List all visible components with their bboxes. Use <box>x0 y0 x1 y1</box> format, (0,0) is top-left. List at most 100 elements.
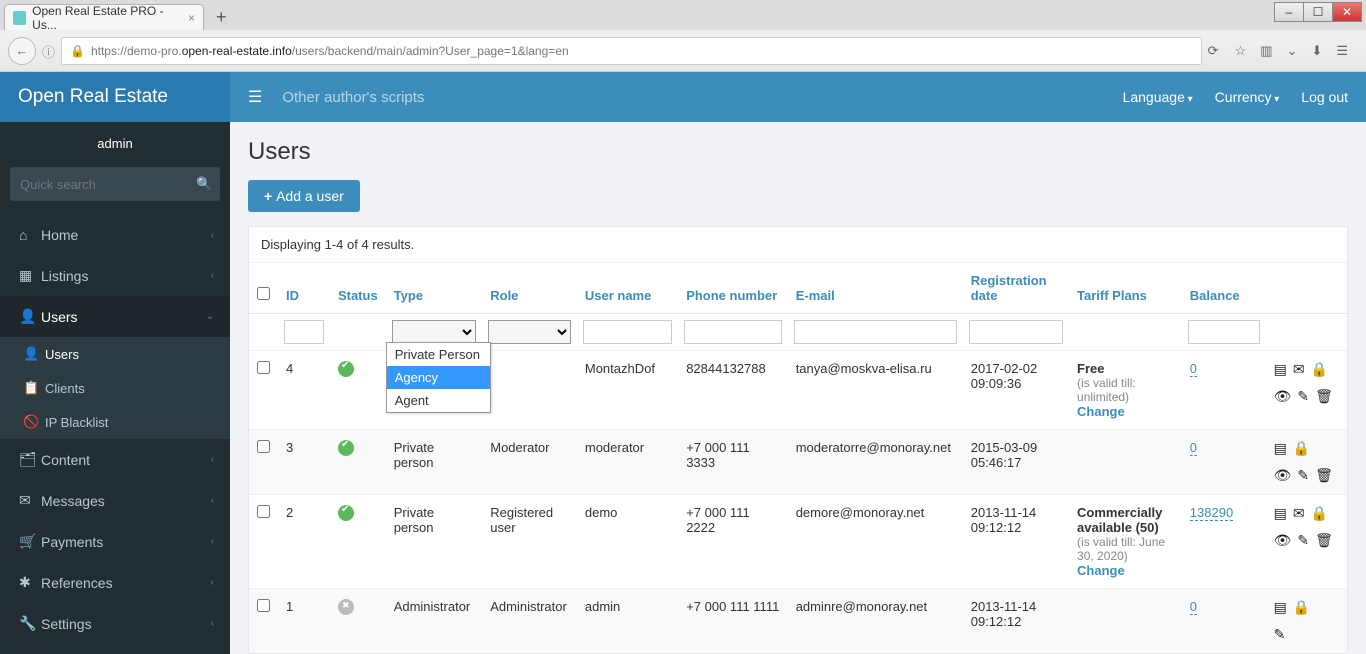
row-action-mail-icon[interactable]: ✉ <box>1293 361 1305 378</box>
row-checkbox[interactable] <box>257 599 270 612</box>
row-action-lock-icon[interactable]: 🔒 <box>1293 599 1310 616</box>
column-header-id[interactable]: ID <box>278 263 330 314</box>
sidebar-toggle-icon[interactable]: ☰ <box>248 87 262 107</box>
row-action-edit-icon[interactable]: ✎ <box>1297 532 1309 549</box>
row-checkbox[interactable] <box>257 361 270 374</box>
window-minimize-button[interactable]: – <box>1274 2 1304 22</box>
balance-link[interactable]: 138290 <box>1190 505 1233 521</box>
sidebar-item-messages[interactable]: ✉Messages‹ <box>0 480 230 521</box>
row-action-del-icon[interactable]: 🗑 <box>1315 388 1333 405</box>
column-header-balance[interactable]: Balance <box>1182 263 1266 314</box>
tariff-change-link[interactable]: Change <box>1077 563 1174 578</box>
balance-link[interactable]: 0 <box>1190 599 1197 615</box>
column-header-registration-date[interactable]: Registration date <box>963 263 1069 314</box>
row-actions: ▤ ✉ 🔒 👁 ✎ 🗑 <box>1266 351 1347 430</box>
brand-logo[interactable]: Open Real Estate <box>0 72 230 122</box>
row-action-eye-icon[interactable]: 👁 <box>1274 388 1292 405</box>
row-action-edit-icon[interactable]: ✎ <box>1297 388 1309 405</box>
row-action-lock-icon[interactable]: 🔒 <box>1311 505 1328 522</box>
column-header-status[interactable]: Status <box>330 263 386 314</box>
column-header-e-mail[interactable]: E-mail <box>788 263 963 314</box>
row-checkbox[interactable] <box>257 505 270 518</box>
sidebar-item-references[interactable]: ✱References‹ <box>0 562 230 603</box>
info-icon[interactable]: ⓘ <box>42 42 55 61</box>
type-option-agent[interactable]: Agent <box>387 389 490 412</box>
chevron-icon: ‹ <box>211 618 214 629</box>
filter-registration-date-input[interactable] <box>969 320 1063 344</box>
sidebar-icon: 👤 <box>19 308 41 325</box>
menu-icon[interactable]: ☰ <box>1336 43 1348 59</box>
filter-balance-input[interactable] <box>1188 320 1260 344</box>
select-all-checkbox[interactable] <box>257 287 270 300</box>
browser-back-button[interactable]: ← <box>8 37 36 65</box>
column-header-phone-number[interactable]: Phone number <box>678 263 788 314</box>
status-icon[interactable] <box>338 440 354 456</box>
reload-icon[interactable]: ⟳ <box>1208 43 1219 59</box>
sidebar-subitem-ip-blacklist[interactable]: 🚫IP Blacklist <box>0 405 230 439</box>
add-user-button[interactable]: Add a user <box>248 180 360 212</box>
downloads-icon[interactable]: ⬇ <box>1311 43 1322 59</box>
sidebar-item-home[interactable]: ⌂Home‹ <box>0 215 230 255</box>
row-action-lock-icon[interactable]: 🔒 <box>1293 440 1310 457</box>
browser-tab[interactable]: Open Real Estate PRO - Us... × <box>4 4 204 30</box>
row-action-del-icon[interactable]: 🗑 <box>1315 532 1333 549</box>
sidebar-item-listings[interactable]: ▦Listings‹ <box>0 255 230 296</box>
new-tab-button[interactable]: + <box>210 5 233 30</box>
balance-link[interactable]: 0 <box>1190 361 1197 377</box>
sidebar-subitem-clients[interactable]: 📋Clients <box>0 371 230 405</box>
column-header-tariff-plans[interactable]: Tariff Plans <box>1069 263 1182 314</box>
row-action-lock-icon[interactable]: 🔒 <box>1311 361 1328 378</box>
row-action-eye-icon[interactable]: 👁 <box>1274 532 1292 549</box>
row-action-del-icon[interactable]: 🗑 <box>1315 467 1333 484</box>
row-checkbox[interactable] <box>257 440 270 453</box>
library-icon[interactable]: ▥ <box>1260 43 1272 59</box>
sidebar-icon: 🚫 <box>23 414 45 430</box>
bookmark-star-icon[interactable]: ☆ <box>1235 43 1247 59</box>
cell-email: demore@monoray.net <box>788 495 963 589</box>
type-option-agency[interactable]: Agency <box>387 366 490 389</box>
sidebar-item-label: Listings <box>41 268 88 284</box>
row-action-edit-icon[interactable]: ✎ <box>1274 626 1286 643</box>
sidebar-item-users[interactable]: 👤Users⌄ <box>0 296 230 337</box>
quick-search-input[interactable] <box>20 177 196 192</box>
row-action-list-icon[interactable]: ▤ <box>1274 440 1287 457</box>
tariff-change-link[interactable]: Change <box>1077 404 1174 419</box>
window-close-button[interactable]: ✕ <box>1332 2 1362 22</box>
address-bar[interactable]: 🔒 https://demo-pro.open-real-estate.info… <box>61 37 1202 65</box>
filter-user-name-input[interactable] <box>583 320 672 344</box>
sidebar-item-settings[interactable]: 🔧Settings‹ <box>0 603 230 644</box>
filter-type-select[interactable]: Private PersonAgencyAgent <box>392 320 477 344</box>
users-table: IDStatusTypeRoleUser namePhone numberE-m… <box>249 263 1347 653</box>
filter-e-mail-input[interactable] <box>794 320 957 344</box>
window-maximize-button[interactable]: ☐ <box>1303 2 1333 22</box>
tab-close-icon[interactable]: × <box>188 11 195 25</box>
quick-search[interactable]: 🔍 <box>10 167 220 201</box>
pocket-icon[interactable]: ⌄ <box>1287 43 1298 59</box>
currency-dropdown[interactable]: Currency <box>1215 89 1280 105</box>
column-header-role[interactable]: Role <box>482 263 577 314</box>
sidebar-username: admin <box>0 122 230 161</box>
filter-role-select[interactable] <box>488 320 571 344</box>
search-icon[interactable]: 🔍 <box>196 176 212 192</box>
filter-phone-number-input[interactable] <box>684 320 782 344</box>
status-icon[interactable] <box>338 599 354 615</box>
status-icon[interactable] <box>338 505 354 521</box>
row-action-list-icon[interactable]: ▤ <box>1274 599 1287 616</box>
status-icon[interactable] <box>338 361 354 377</box>
row-action-edit-icon[interactable]: ✎ <box>1297 467 1309 484</box>
column-header-type[interactable]: Type <box>386 263 483 314</box>
sidebar-item-content[interactable]: 🗂Content‹ <box>0 439 230 480</box>
row-action-mail-icon[interactable]: ✉ <box>1293 505 1305 522</box>
language-dropdown[interactable]: Language <box>1123 89 1193 105</box>
balance-link[interactable]: 0 <box>1190 440 1197 456</box>
type-option-private-person[interactable]: Private Person <box>387 343 490 366</box>
sidebar-subitem-users[interactable]: 👤Users <box>0 337 230 371</box>
column-header-user-name[interactable]: User name <box>577 263 678 314</box>
other-scripts-link[interactable]: Other author's scripts <box>282 89 424 106</box>
row-action-eye-icon[interactable]: 👁 <box>1274 467 1292 484</box>
logout-link[interactable]: Log out <box>1301 89 1348 105</box>
sidebar-item-payments[interactable]: 🛒Payments‹ <box>0 521 230 562</box>
row-action-list-icon[interactable]: ▤ <box>1274 505 1287 522</box>
filter-id-input[interactable] <box>284 320 324 344</box>
row-action-list-icon[interactable]: ▤ <box>1274 361 1287 378</box>
